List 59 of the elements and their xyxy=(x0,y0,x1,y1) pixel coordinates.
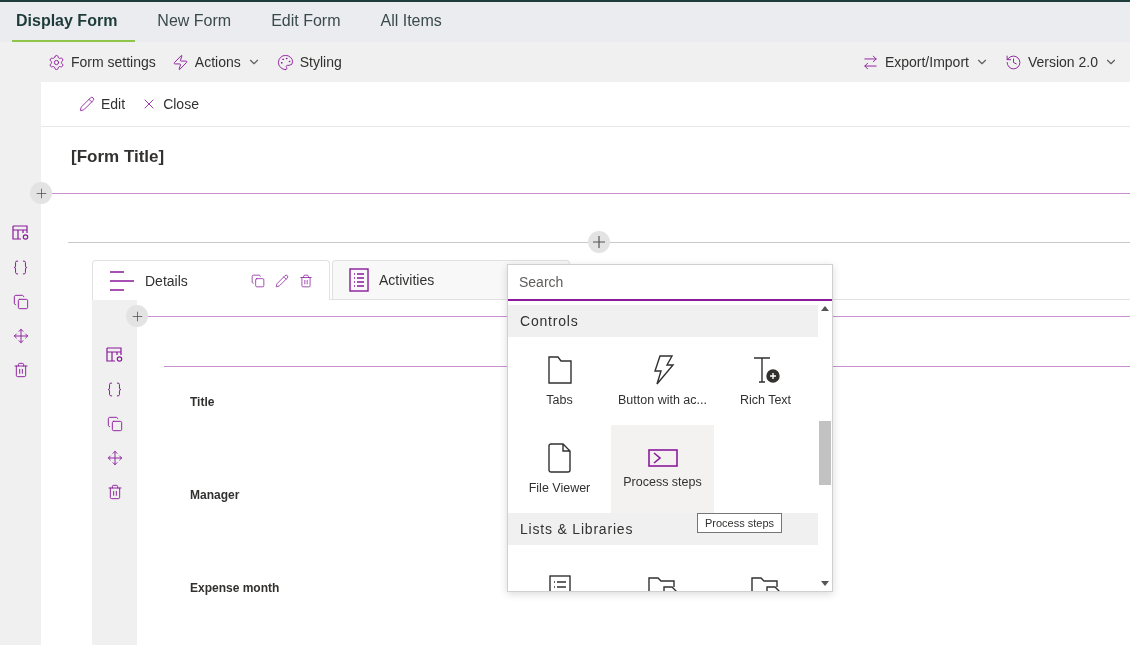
list-icon xyxy=(349,268,369,292)
settings-icon xyxy=(48,53,65,71)
form-tab[interactable]: All Items xyxy=(376,2,460,42)
text-add-icon xyxy=(751,355,780,385)
table-settings-icon xyxy=(105,347,124,363)
trash-icon xyxy=(12,362,29,378)
toolbar-button[interactable]: Form settings xyxy=(48,53,156,71)
process-steps-icon xyxy=(647,449,678,467)
plus-icon xyxy=(33,185,49,201)
lightning-icon xyxy=(171,53,189,71)
scroll-down-arrow-icon xyxy=(821,581,829,587)
add-button[interactable] xyxy=(588,231,610,253)
form-tab[interactable]: Edit Form xyxy=(267,2,359,42)
toolbar-button[interactable]: Actions xyxy=(171,53,261,71)
field-label: Expense month xyxy=(190,581,280,596)
palette-icon xyxy=(276,53,294,71)
plus-icon xyxy=(593,236,605,248)
control-item[interactable]: Rich Text xyxy=(714,337,817,425)
field-label: Manager xyxy=(190,488,240,503)
field-label: Title xyxy=(190,395,215,410)
tab-label: Activities xyxy=(379,272,435,288)
scroll-thumb[interactable] xyxy=(819,421,831,485)
command-button[interactable]: Close xyxy=(141,96,199,112)
tab-label: Details xyxy=(145,272,188,289)
braces-icon xyxy=(12,259,29,276)
move-icon xyxy=(106,450,123,466)
copy-icon xyxy=(251,273,265,288)
control-item[interactable]: Button with ac... xyxy=(611,337,714,425)
toolbar-button[interactable]: Styling xyxy=(276,53,342,71)
pencil-icon xyxy=(79,96,95,112)
copy-icon xyxy=(12,294,29,310)
braces-icon xyxy=(106,381,123,398)
plus-icon xyxy=(129,308,145,324)
file-icon xyxy=(547,443,572,473)
section-tab[interactable]: Details xyxy=(92,260,330,300)
search-field[interactable]: Search xyxy=(508,265,832,301)
add-button[interactable] xyxy=(30,182,52,204)
trash-icon xyxy=(299,273,313,288)
toolbar-button[interactable]: Export/Import xyxy=(861,53,989,71)
form-tab[interactable]: New Form xyxy=(153,2,250,42)
swap-arrows-icon xyxy=(861,53,879,71)
add-button[interactable] xyxy=(126,305,148,327)
move-icon xyxy=(12,328,29,344)
tab-page-icon xyxy=(546,355,573,385)
form-title: [Form Title] xyxy=(71,147,165,166)
table-settings-icon xyxy=(11,225,30,241)
command-button[interactable]: Edit xyxy=(79,96,126,112)
control-item[interactable]: File Viewer xyxy=(508,425,611,513)
toolbar-button[interactable]: Version 2.0 xyxy=(1004,53,1118,71)
trash-icon xyxy=(106,484,123,500)
copy-icon xyxy=(106,416,123,432)
control-item[interactable]: Tabs xyxy=(508,337,611,425)
scroll-up-arrow-icon xyxy=(821,305,829,311)
pencil-icon xyxy=(275,273,289,288)
control-item[interactable]: Process steps xyxy=(611,425,714,513)
history-icon xyxy=(1004,53,1022,71)
section-header: Controls xyxy=(508,305,818,337)
tooltip: Process steps xyxy=(697,513,783,533)
lines-icon xyxy=(109,269,135,292)
